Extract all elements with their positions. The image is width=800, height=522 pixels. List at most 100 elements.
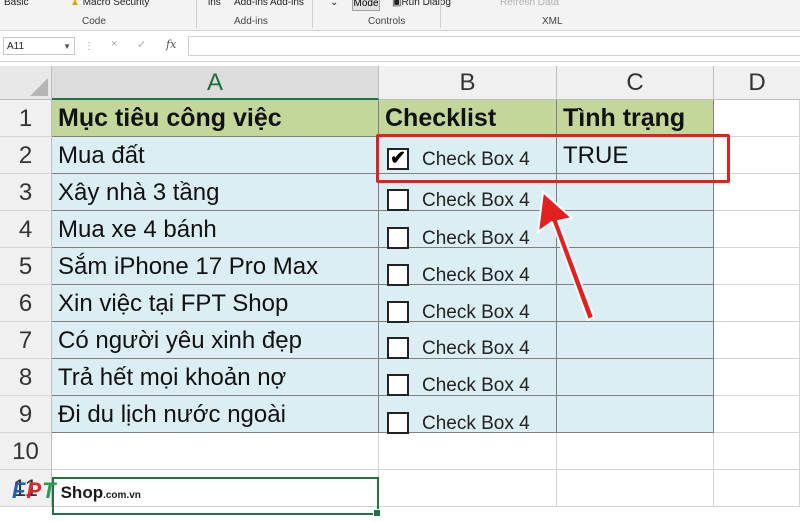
macro-security-label: Macro Security	[82, 0, 150, 8]
checkbox-label: Check Box 4	[422, 375, 530, 396]
cell-a5[interactable]: Sắm iPhone 17 Pro Max	[52, 248, 379, 285]
warning-icon: ▲	[70, 0, 80, 8]
checkbox-unchecked[interactable]	[387, 374, 409, 396]
row-header-2[interactable]: 2	[0, 137, 52, 174]
cell-d8[interactable]	[714, 359, 800, 396]
cell-c1[interactable]: Tình trạng	[557, 100, 714, 137]
cell-d7[interactable]	[714, 322, 800, 359]
checkbox-unchecked[interactable]	[387, 412, 409, 434]
cell-d11[interactable]	[714, 470, 800, 507]
refresh-data-button[interactable]: Refresh Data	[500, 0, 559, 8]
cell-a3[interactable]: Xây nhà 3 tầng	[52, 174, 379, 211]
row-header-8[interactable]: 8	[0, 359, 52, 396]
excel-add-ins-button[interactable]: Add-ins	[234, 0, 268, 8]
checkbox-unchecked[interactable]	[387, 227, 409, 249]
ribbon-group-controls: Controls	[368, 16, 406, 27]
checkbox-row-8[interactable]: Check Box 4	[387, 366, 552, 403]
brand-shop-text: Shop.com.vn	[61, 483, 141, 503]
formula-input[interactable]	[188, 36, 800, 56]
row-header-10[interactable]: 10	[0, 433, 52, 470]
cell-d10[interactable]	[714, 433, 800, 470]
cell-c7[interactable]	[557, 322, 714, 359]
row-header-6[interactable]: 6	[0, 285, 52, 322]
cell-a7[interactable]: Có người yêu xinh đẹp	[52, 322, 379, 359]
cell-a8[interactable]: Trả hết mọi khoản nợ	[52, 359, 379, 396]
run-dialog-button[interactable]: ▣Run Dialog	[392, 0, 451, 8]
cell-d1[interactable]	[714, 100, 800, 137]
status-header: Tình trạng	[563, 104, 686, 132]
chevron-down-icon[interactable]: ▼	[63, 38, 71, 56]
column-header-d[interactable]: D	[714, 66, 800, 100]
checkbox-label: Check Box 4	[422, 302, 530, 323]
cell-c9[interactable]	[557, 396, 714, 433]
goal-text: Mua xe 4 bánh	[58, 216, 217, 243]
cell-b1[interactable]: Checklist	[379, 100, 557, 137]
goal-text: Có người yêu xinh đẹp	[58, 327, 302, 354]
cell-c11[interactable]	[557, 470, 714, 507]
row-header-9[interactable]: 9	[0, 396, 52, 433]
com-add-ins-button[interactable]: Add-ins	[270, 0, 304, 8]
cell-a9[interactable]: Đi du lịch nước ngoài	[52, 396, 379, 433]
cell-d4[interactable]	[714, 211, 800, 248]
checkbox-label: Check Box 4	[422, 228, 530, 249]
row-header-1[interactable]: 1	[0, 100, 52, 137]
fpt-brand-mark: FPT	[12, 478, 57, 504]
run-dialog-label: Run Dialog	[401, 0, 451, 8]
name-box[interactable]: A11 ▼	[3, 37, 75, 55]
checkbox-label: Check Box 4	[422, 190, 530, 211]
cancel-icon[interactable]: ×	[111, 38, 117, 50]
row-header-3[interactable]: 3	[0, 174, 52, 211]
cell-c5[interactable]	[557, 248, 714, 285]
row-header-7[interactable]: 7	[0, 322, 52, 359]
checkbox-unchecked[interactable]	[387, 189, 409, 211]
cell-d6[interactable]	[714, 285, 800, 322]
goal-text: Mua đất	[58, 142, 145, 169]
visual-basic-button[interactable]: Basic	[4, 0, 28, 8]
design-mode-button[interactable]: Mode	[352, 0, 380, 11]
cell-c8[interactable]	[557, 359, 714, 396]
goal-text: Xin việc tại FPT Shop	[58, 290, 289, 317]
cell-a2[interactable]: Mua đất	[52, 137, 379, 174]
checkbox-row-3[interactable]: Check Box 4	[387, 181, 552, 218]
checkbox-label: Check Box 4	[422, 338, 530, 359]
enter-icon[interactable]: ✓	[137, 38, 146, 51]
highlight-rectangle	[376, 134, 730, 183]
cell-a1[interactable]: Mục tiêu công việc	[52, 100, 379, 137]
cell-a4[interactable]: Mua xe 4 bánh	[52, 211, 379, 248]
fill-handle[interactable]	[373, 509, 381, 517]
cell-c10[interactable]	[557, 433, 714, 470]
checkbox-row-9[interactable]: Check Box 4	[387, 404, 552, 441]
goal-text: Trả hết mọi khoản nợ	[58, 364, 287, 391]
cell-c4[interactable]	[557, 211, 714, 248]
checkbox-row-7[interactable]: Check Box 4	[387, 329, 552, 366]
cell-a10[interactable]	[52, 433, 379, 470]
row-header-4[interactable]: 4	[0, 211, 52, 248]
ribbon-separator	[196, 0, 197, 28]
add-ins-button[interactable]: ins	[208, 0, 221, 8]
brand-letter-f: F	[12, 478, 27, 503]
formula-bar: A11 ▼ ⋮ × ✓ fx	[0, 31, 800, 62]
checkbox-row-4[interactable]: Check Box 4	[387, 219, 552, 256]
column-header-c[interactable]: C	[557, 66, 714, 100]
select-all-corner[interactable]	[0, 66, 52, 100]
checkbox-unchecked[interactable]	[387, 337, 409, 359]
checkbox-row-6[interactable]: Check Box 4	[387, 293, 552, 330]
cell-c6[interactable]	[557, 285, 714, 322]
cell-d5[interactable]	[714, 248, 800, 285]
drag-handle-icon[interactable]: ⋮	[84, 41, 94, 52]
row-header-5[interactable]: 5	[0, 248, 52, 285]
cell-d9[interactable]	[714, 396, 800, 433]
chevron-down-icon[interactable]: ⌄	[330, 0, 338, 8]
macro-security-button[interactable]: ▲ Macro Security	[70, 0, 149, 8]
insert-function-icon[interactable]: fx	[166, 38, 176, 51]
column-header-a[interactable]: A	[52, 66, 379, 100]
fpt-shop-logo: FPT Shop.com.vn	[12, 478, 141, 508]
select-all-triangle-icon	[30, 78, 48, 96]
column-header-b[interactable]: B	[379, 66, 557, 100]
checkbox-unchecked[interactable]	[387, 301, 409, 323]
cell-a6[interactable]: Xin việc tại FPT Shop	[52, 285, 379, 322]
goal-text: Đi du lịch nước ngoài	[58, 401, 286, 428]
checkbox-unchecked[interactable]	[387, 264, 409, 286]
cell-b11[interactable]	[379, 470, 557, 507]
checkbox-row-5[interactable]: Check Box 4	[387, 256, 552, 293]
